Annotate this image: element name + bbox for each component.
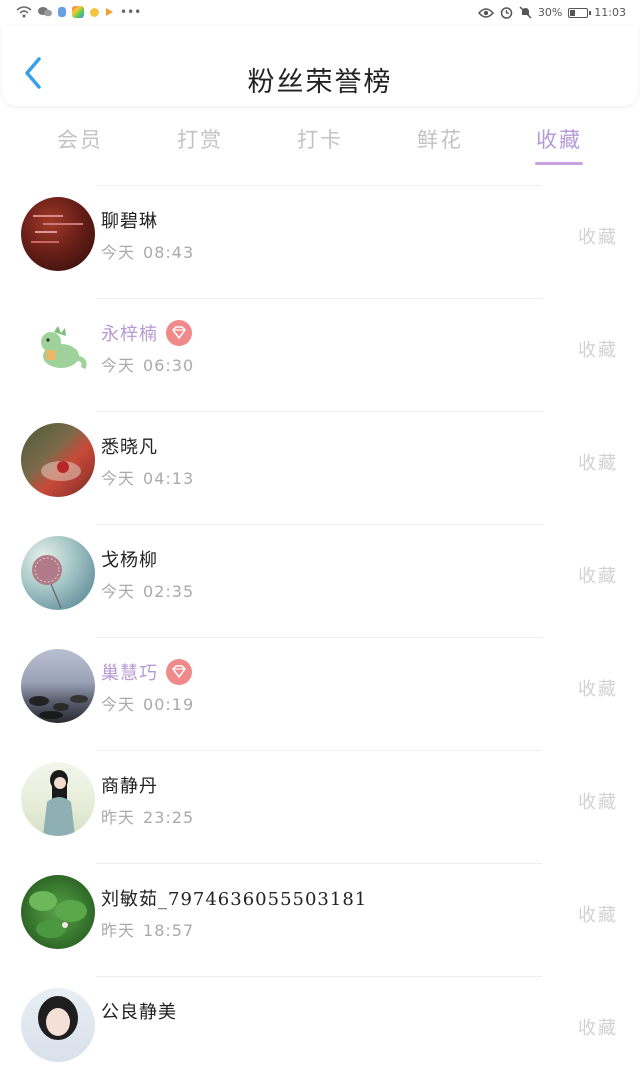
favorite-action[interactable]: 收藏 [578,901,618,927]
list-item[interactable]: 巢慧巧 今天 00:19 收藏 [0,637,640,749]
wifi-icon [16,6,32,18]
tab-label: 鲜花 [417,128,463,152]
app-icon [58,7,66,17]
avatar[interactable] [21,988,95,1062]
clock: 11:03 [594,6,626,19]
tab-member[interactable]: 会员 [25,124,135,154]
alarm-icon [500,7,513,19]
tab-label: 收藏 [536,128,582,152]
fan-timestamp: 今天 02:35 [101,578,194,602]
favorite-action[interactable]: 收藏 [578,449,618,475]
tab-active-indicator [535,162,583,165]
play-icon [106,8,113,16]
fan-name: 永梓楠 [101,320,192,348]
time-day: 今天 [101,356,136,375]
app-icon [72,6,84,18]
fan-timestamp: 今天 00:19 [101,691,194,715]
fan-timestamp: 昨天 18:57 [101,917,194,941]
tab-checkin[interactable]: 打卡 [265,124,375,154]
favorite-action[interactable]: 收藏 [578,1014,618,1040]
mute-icon [519,6,532,19]
time-clock: 06:30 [143,356,195,375]
favorite-action[interactable]: 收藏 [578,562,618,588]
eye-icon [477,7,494,18]
time-clock: 08:43 [143,243,195,262]
fan-timestamp: 今天 04:13 [101,465,194,489]
list-item[interactable]: 悉晓凡 今天 04:13 收藏 [0,411,640,523]
time-day: 今天 [101,695,136,714]
avatar[interactable] [21,762,95,836]
time-day: 昨天 [101,921,136,940]
status-bar: ••• 30% 11:03 [0,0,640,26]
avatar[interactable] [21,649,95,723]
time-day: 今天 [101,243,136,262]
app-icon [90,7,99,17]
time-clock: 18:57 [143,921,195,940]
tab-label: 会员 [57,128,103,152]
fan-name: 公良静美 [101,1002,177,1023]
list-item[interactable]: 刘敏茹_7974636055503181 昨天 18:57 收藏 [0,863,640,975]
time-clock: 02:35 [143,582,195,601]
time-clock: 04:13 [143,469,195,488]
more-icon: ••• [120,5,142,19]
avatar[interactable] [21,536,95,610]
time-day: 昨天 [101,808,136,827]
avatar[interactable] [21,197,95,271]
fan-name: 刘敏茹_7974636055503181 [101,889,368,910]
tab-reward[interactable]: 打赏 [145,124,255,154]
battery-icon [568,7,592,18]
tab-label: 打卡 [297,128,343,152]
list-item[interactable]: 商静丹 昨天 23:25 收藏 [0,750,640,862]
vip-diamond-icon [166,320,192,346]
list-item[interactable]: 永梓楠 今天 06:30 收藏 [0,298,640,410]
tab-bar: 会员 打赏 打卡 鲜花 收藏 [0,112,640,172]
time-clock: 23:25 [143,808,195,827]
fan-timestamp: 昨天 23:25 [101,804,194,828]
tab-favorites[interactable]: 收藏 [504,124,614,165]
list-item[interactable]: 戈杨柳 今天 02:35 收藏 [0,524,640,636]
notification-icons: ••• [16,5,141,19]
fan-name: 商静丹 [101,776,158,797]
vip-diamond-icon [166,659,192,685]
fan-timestamp: 今天 06:30 [101,352,194,376]
system-status: 30% 11:03 [477,6,626,19]
fan-timestamp: 今天 08:43 [101,239,194,263]
avatar[interactable] [21,310,95,384]
fan-name: 巢慧巧 [101,659,192,687]
wechat-icon [38,7,52,17]
page-title: 粉丝荣誉榜 [247,67,393,98]
tab-label: 打赏 [177,128,223,152]
fan-name: 聊碧琳 [101,211,158,232]
fan-name-text: 永梓楠 [101,324,158,345]
list-item[interactable]: 公良静美 收藏 [0,976,640,1088]
fan-name-text: 巢慧巧 [101,663,158,684]
fan-name: 悉晓凡 [101,437,158,458]
time-day: 今天 [101,469,136,488]
avatar[interactable] [21,875,95,949]
avatar[interactable] [21,423,95,497]
favorite-action[interactable]: 收藏 [578,223,618,249]
app-header: 粉丝荣誉榜 [2,26,638,106]
battery-percent: 30% [537,6,563,19]
tab-flowers[interactable]: 鲜花 [385,124,495,154]
favorite-action[interactable]: 收藏 [578,788,618,814]
time-clock: 00:19 [143,695,195,714]
time-day: 今天 [101,582,136,601]
favorite-action[interactable]: 收藏 [578,336,618,362]
favorite-action[interactable]: 收藏 [578,675,618,701]
fan-name: 戈杨柳 [101,550,158,571]
list-item[interactable]: 聊碧琳 今天 08:43 收藏 [0,185,640,297]
